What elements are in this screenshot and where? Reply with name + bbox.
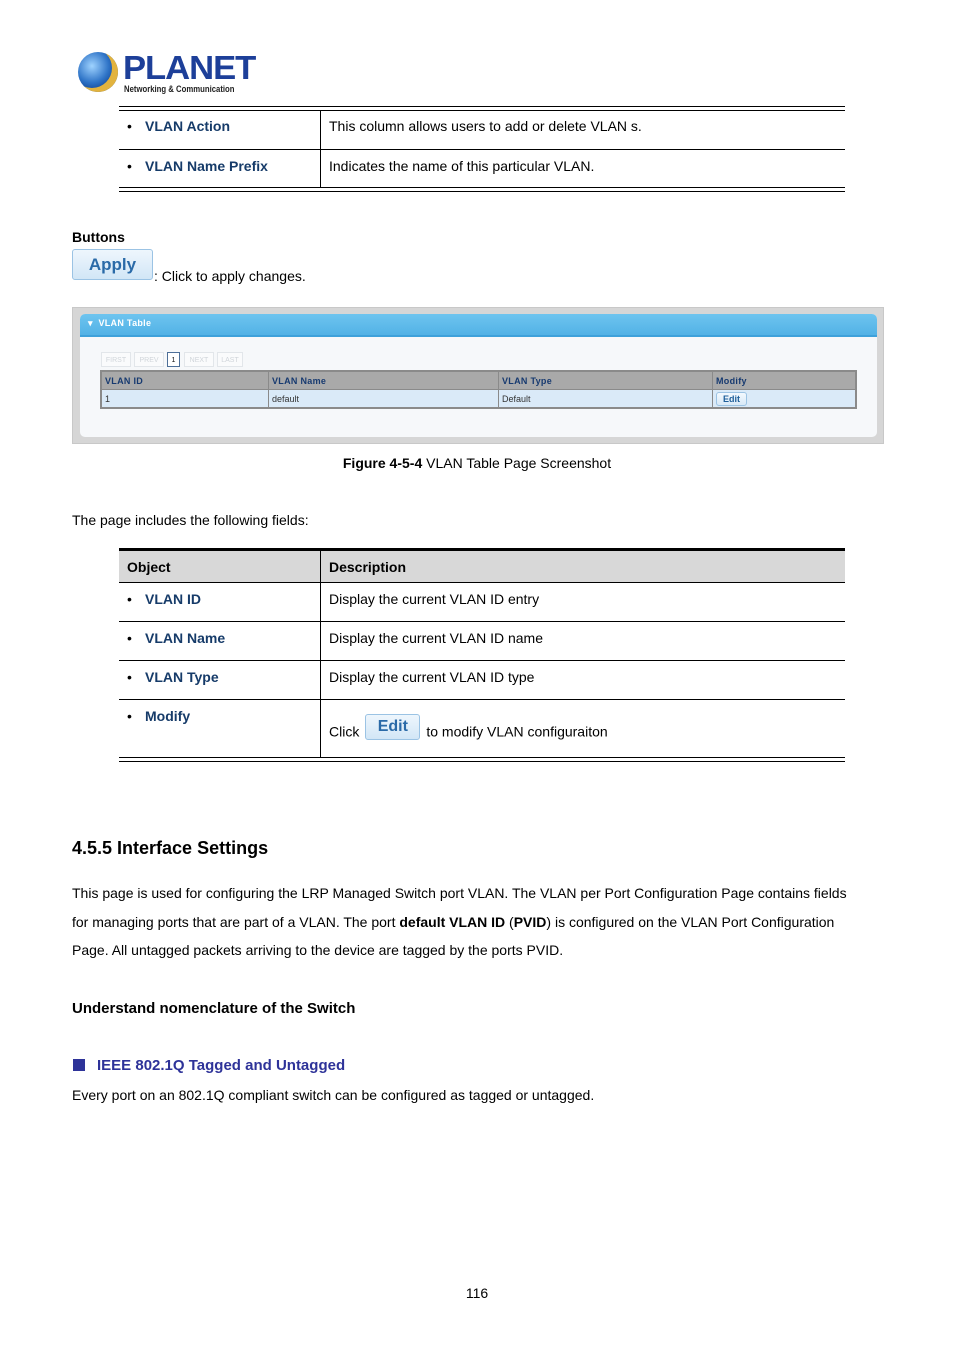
modify-cell: Edit [712,389,857,409]
object-cell: • Modify [119,699,321,757]
col-modify: Modify [712,370,857,390]
object-cell: • VLAN Action [119,110,321,150]
edit-button[interactable]: Edit [716,391,747,406]
col-vlan-type: VLAN Type [498,370,713,390]
subheading: IEEE 802.1Q Tagged and Untagged [73,1057,345,1075]
fields-intro: The page includes the following fields: [72,512,309,528]
object-cell: • VLAN ID [119,582,321,622]
globe-icon [78,52,118,92]
collapse-arrow-icon[interactable]: ▾ [88,318,93,328]
section-title: 4.5.5 Interface Settings [72,838,269,858]
para-bold-term: PVID [513,914,547,930]
object-cell: • VLAN Name [119,621,321,661]
table-bottom-rule [119,757,845,762]
square-bullet-icon [73,1059,85,1071]
figure-caption: Figure 4-5-4 VLAN Table Page Screenshot [0,455,954,471]
last-page-button[interactable]: LAST [217,352,243,367]
current-page-button[interactable]: 1 [167,352,180,367]
col-vlan-id: VLAN ID [100,370,269,390]
header-description: Description [320,551,845,583]
table-row: • VLAN Name Prefix Indicates the name of … [119,149,845,188]
table-row: • VLAN ID Display the current VLAN ID ent… [119,582,845,622]
object-label: VLAN Name [145,629,226,646]
logo-brand: PLANET [123,49,256,86]
object-label: VLAN Type [145,668,219,685]
vlan-name-cell: default [268,389,499,409]
page-number: 116 [465,1285,489,1301]
description-cell: Display the current VLAN ID entry [320,582,845,622]
caption-text: VLAN Table Page Screenshot [422,455,612,471]
description-cell: Display the current VLAN ID name [320,621,845,661]
table-row: • VLAN Action This column allows users to… [119,110,845,150]
section-paragraph-line1: This page is used for configuring the LR… [72,885,847,901]
panel-title-bar: ▾ VLAN Table [80,314,877,337]
caption-label: Figure 4-5-4 [342,455,423,471]
object-cell: • VLAN Type [119,660,321,700]
description-suffix: to modify VLAN configuraiton [426,723,608,740]
table-header-row: Object Description [119,551,845,583]
table-row: 1 default Default Edit [100,389,857,409]
object-label: VLAN Name Prefix [145,157,268,174]
vlan-id-cell: 1 [100,389,269,409]
description-cell: Click Edit to modify VLAN configuraiton [321,699,846,757]
table-row: • VLAN Name Display the current VLAN ID n… [119,621,845,661]
description-prefix: Click [329,723,360,740]
edit-button[interactable]: Edit [365,713,421,740]
subheading-text: IEEE 802.1Q Tagged and Untagged [97,1057,346,1074]
object-cell: • VLAN Name Prefix [119,149,321,188]
vlan-table-header: VLAN ID VLAN Name VLAN Type Modify [100,370,857,390]
apply-button[interactable]: Apply [72,249,153,280]
object-label: VLAN ID [145,590,201,607]
header-object: Object [119,551,321,583]
sub-paragraph: Every port on an 802.1Q compliant switch… [72,1087,595,1103]
vlan-table: VLAN ID VLAN Name VLAN Type Modify 1 def… [100,370,857,409]
para-text: ) is configured on the VLAN Port Configu… [546,914,835,930]
description-cell: This column allows users to add or delet… [320,110,845,150]
vlan-type-cell: Default [498,389,713,409]
para-text: ( [505,914,514,930]
first-page-button[interactable]: FIRST [101,352,131,367]
panel-title: VLAN Table [98,318,152,328]
top-field-table: • VLAN Action This column allows users to… [119,110,845,188]
prev-page-button[interactable]: PREV [134,352,164,367]
buttons-heading: Buttons [72,229,125,245]
col-vlan-name: VLAN Name [268,370,499,390]
section-paragraph-line3: Page. All untagged packets arriving to t… [72,942,564,958]
para-bold-term: default VLAN ID [399,914,506,930]
table-row: • Modify Click Edit to modify VLAN configur… [119,699,845,757]
vlan-table-panel: ▾ VLAN Table FIRST PREV 1 NEXT LAST VLAN… [80,314,877,437]
vlan-table-screenshot: ▾ VLAN Table FIRST PREV 1 NEXT LAST VLAN… [72,307,884,444]
fields-table: Object Description • VLAN ID Display the … [119,551,845,757]
logo-tagline: Networking & Communication [124,84,235,94]
object-label: VLAN Action [145,118,231,134]
description-cell: Indicates the name of this particular VL… [329,157,595,174]
table-row: • VLAN Type Display the current VLAN ID t… [119,660,845,700]
nomenclature-heading: Understand nomenclature of the Switch [72,1000,356,1017]
section-paragraph-line2: for managing ports that are part of a VL… [72,914,834,930]
description-cell: Display the current VLAN ID type [320,660,845,700]
apply-description: : Click to apply changes. [154,268,306,284]
object-label: Modify [145,707,191,724]
next-page-button[interactable]: NEXT [184,352,214,367]
table-bottom-rule [119,187,845,192]
planet-logo: PLANET Networking & Communication [78,50,256,96]
para-text: for managing ports that are part of a VL… [72,914,400,930]
